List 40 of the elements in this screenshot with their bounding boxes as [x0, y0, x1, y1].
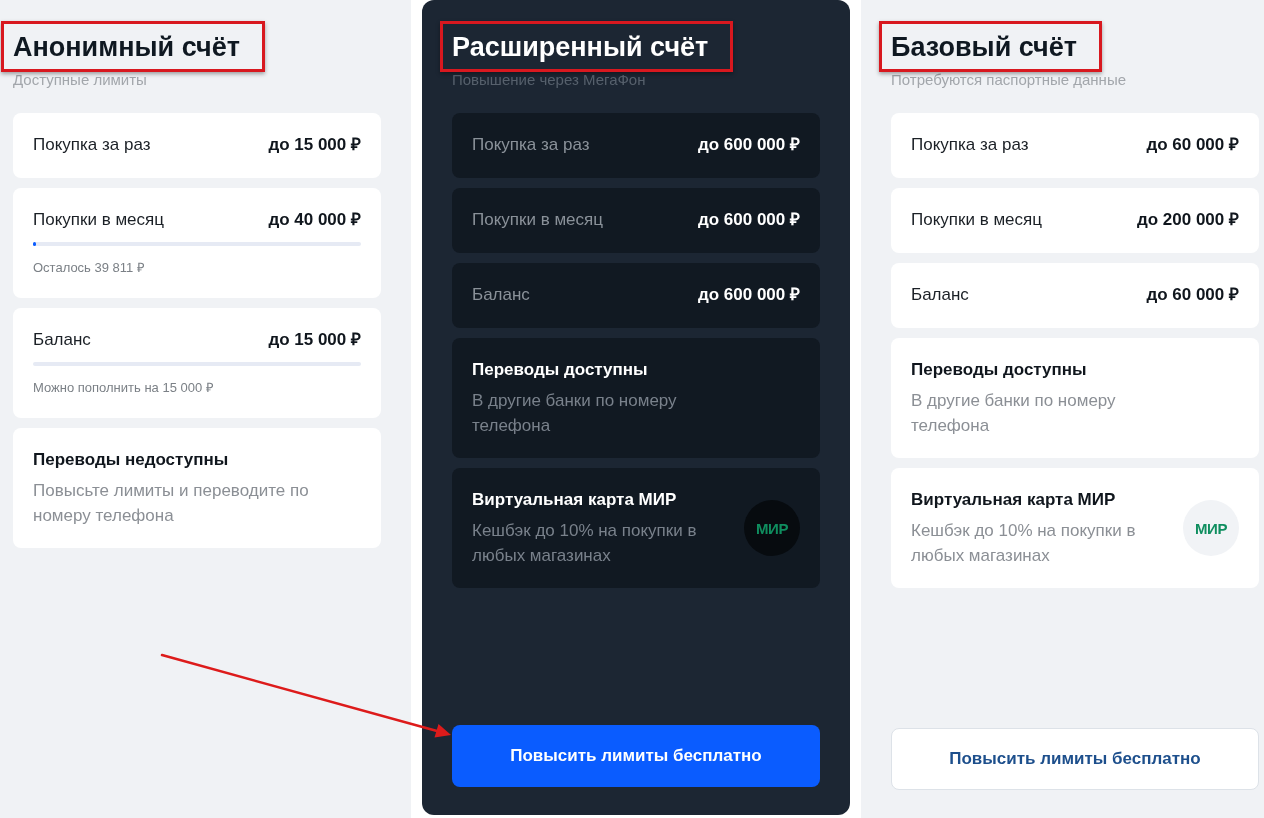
- limit-label: Баланс: [472, 284, 530, 306]
- limit-note: Можно пополнить на 15 000 ₽: [33, 379, 215, 397]
- account-subtitle: Повышение через МегаФон: [452, 70, 647, 90]
- limit-label: Покупка за раз: [472, 134, 590, 156]
- info-text: Кешбэк до 10% на покупки в любых магазинах: [472, 520, 698, 567]
- limit-value: до 600 000 ₽: [697, 134, 800, 156]
- info-text: В другие банки по номеру телефона: [472, 390, 678, 437]
- limit-label: Покупки в месяц: [33, 209, 164, 231]
- limit-note: Осталось 39 811 ₽: [33, 259, 146, 277]
- limit-label: Баланс: [911, 284, 969, 306]
- info-title: Переводы доступны: [911, 359, 1088, 381]
- account-title: Базовый счёт: [891, 31, 1077, 64]
- info-text: Кешбэк до 10% на покупки в любых магазинах: [911, 520, 1137, 567]
- upgrade-button[interactable]: Повысить лимиты бесплатно: [452, 725, 820, 787]
- limit-label: Покупки в месяц: [472, 209, 603, 231]
- payment-system-logo: МИР: [744, 500, 800, 556]
- limit-value: до 60 000 ₽: [1146, 134, 1239, 156]
- info-text: В другие банки по номеру телефона: [911, 390, 1117, 437]
- limit-value: до 600 000 ₽: [697, 209, 800, 231]
- limit-label: Покупки в месяц: [911, 209, 1042, 231]
- account-title: Анонимный счёт: [13, 31, 240, 64]
- info-title: Переводы доступны: [472, 359, 649, 381]
- limit-value: до 40 000 ₽: [268, 209, 361, 231]
- info-title: Виртуальная карта МИР: [911, 489, 1117, 511]
- limit-label: Баланс: [33, 329, 91, 351]
- limit-value: до 15 000 ₽: [268, 134, 361, 156]
- info-title: Переводы недоступны: [33, 449, 230, 471]
- info-title: Виртуальная карта МИР: [472, 489, 678, 511]
- account-title: Расширенный счёт: [452, 31, 709, 64]
- account-subtitle: Потребуются паспортные данные: [891, 70, 1128, 90]
- payment-system-logo: МИР: [1183, 500, 1239, 556]
- limit-value: до 60 000 ₽: [1146, 284, 1239, 306]
- limit-value: до 15 000 ₽: [268, 329, 361, 351]
- limit-value: до 600 000 ₽: [697, 284, 800, 306]
- limit-label: Покупка за раз: [33, 134, 151, 156]
- limit-label: Покупка за раз: [911, 134, 1029, 156]
- info-text: Повысьте лимиты и переводите по номеру телефона: [33, 480, 310, 527]
- upgrade-button[interactable]: Повысить лимиты бесплатно: [891, 728, 1259, 790]
- account-subtitle: Доступные лимиты: [13, 70, 148, 90]
- limit-value: до 200 000 ₽: [1136, 209, 1239, 231]
